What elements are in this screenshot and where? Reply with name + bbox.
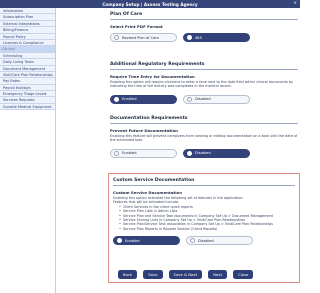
custom-service-options: Enabled Disabled: [113, 236, 295, 246]
radio-dot-icon: [114, 35, 119, 40]
back-button[interactable]: Back: [118, 270, 138, 279]
additional-regulatory-section: Additional Regulatory Requirements Requi…: [110, 62, 298, 104]
future-doc-options: Enabled Disabled: [110, 148, 298, 158]
divider: [110, 19, 298, 20]
section-subtitle: Select Print PDF Format: [110, 24, 163, 29]
main-content: Plan Of Care Select Print PDF Format Rev…: [80, 8, 300, 293]
section-title: Documentation Requirements: [110, 116, 188, 121]
section-description: Enabling this feature will prevent careg…: [110, 134, 298, 143]
disabled-option[interactable]: Disabled: [186, 236, 253, 246]
section-subtitle: Prevent Future Documentation: [110, 128, 178, 133]
save-button[interactable]: Save: [143, 270, 163, 279]
sidebar-item-dme[interactable]: Durable Medical Equipment: [0, 103, 55, 111]
print-format-options: Revised Plan of Care 485: [110, 33, 298, 42]
radio-dot-icon: [114, 150, 119, 156]
section-title: Custom Service Documentation: [113, 178, 195, 183]
radio-dot-icon: [187, 35, 192, 40]
enabled-option[interactable]: Enabled: [110, 148, 177, 158]
radio-dot-icon: [190, 238, 195, 244]
radio-dot-icon: [187, 150, 192, 156]
divider: [113, 185, 295, 186]
next-button[interactable]: Next: [208, 270, 227, 279]
revised-plan-of-care-option[interactable]: Revised Plan of Care: [110, 33, 177, 42]
window-title: Company Setup | Axxess Testing Agency: [102, 1, 198, 7]
enabled-option[interactable]: Enabled: [110, 94, 177, 104]
close-button[interactable]: Close: [232, 270, 254, 279]
section-subtitle: Require Time Entry for Documentation: [110, 74, 195, 79]
plan-of-care-section: Plan Of Care Select Print PDF Format Rev…: [110, 12, 298, 42]
radio-dot-icon: [117, 238, 122, 244]
radio-dot-icon: [114, 96, 119, 102]
close-icon[interactable]: ×: [293, 1, 297, 6]
documentation-requirements-section: Documentation Requirements Prevent Futur…: [110, 116, 298, 158]
radio-dot-icon: [187, 96, 192, 102]
section-subtitle: Custom Service Documentation: [113, 190, 182, 195]
disabled-option[interactable]: Disabled: [183, 148, 250, 158]
disabled-option[interactable]: Disabled: [183, 94, 250, 104]
feature-list: Client Services in the client quick repo…: [113, 205, 295, 231]
action-bar: Back Save Save & Next Next Close: [118, 270, 254, 279]
custom-service-section: Custom Service Documentation Custom Serv…: [108, 173, 300, 283]
section-title: Plan Of Care: [110, 12, 143, 17]
section-title: Additional Regulatory Requirements: [110, 62, 205, 67]
divider: [110, 69, 298, 70]
sidebar: Information Subscription Plan External I…: [0, 8, 56, 293]
window-titlebar: Company Setup | Axxess Testing Agency ×: [0, 0, 300, 8]
time-entry-options: Enabled Disabled: [110, 94, 298, 104]
list-item: Service Plan Reports in Reports Section …: [119, 227, 295, 231]
divider: [110, 123, 298, 124]
save-next-button[interactable]: Save & Next: [168, 270, 203, 279]
enabled-option[interactable]: Enabled: [113, 236, 180, 246]
485-option[interactable]: 485: [183, 33, 250, 42]
section-description: Enabling this option will require clinic…: [110, 80, 293, 89]
